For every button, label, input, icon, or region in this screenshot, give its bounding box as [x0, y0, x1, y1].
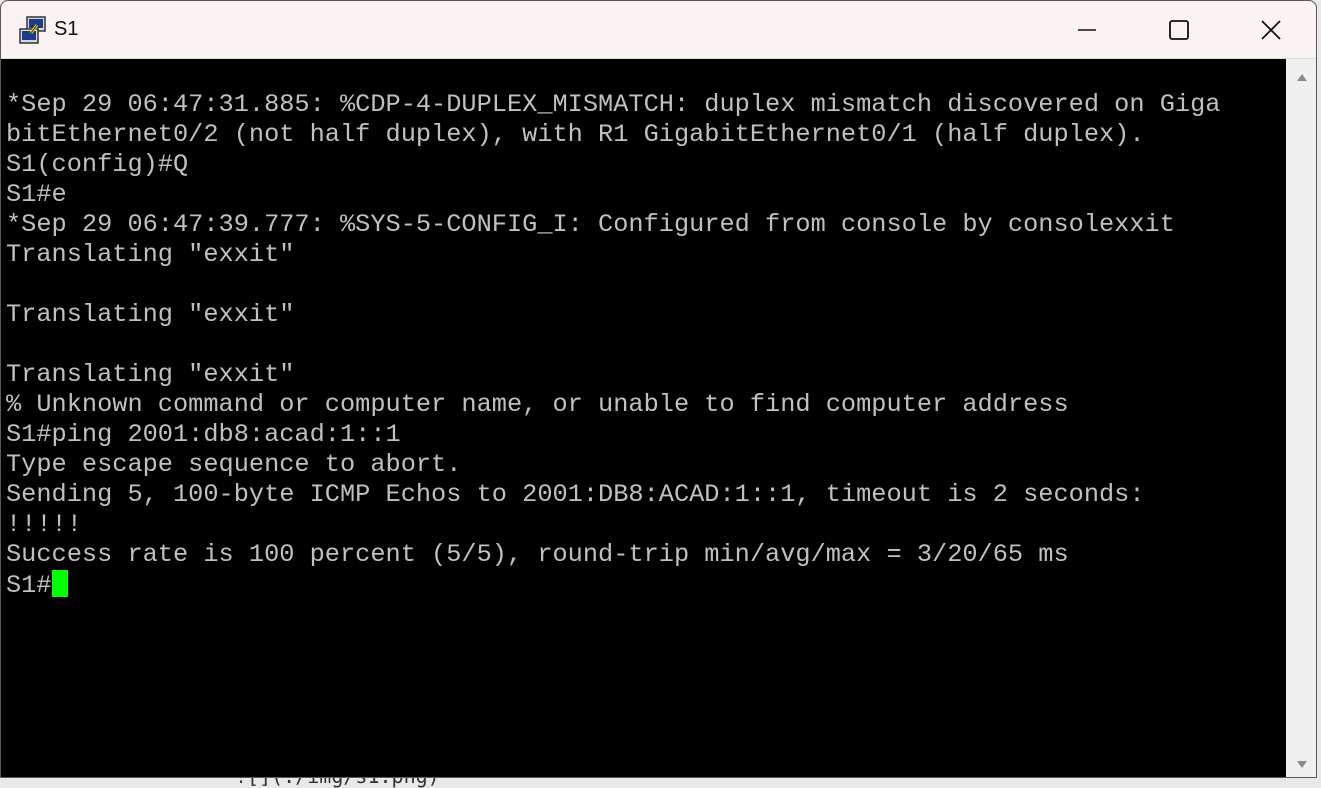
terminal-line: S1#e: [6, 180, 67, 209]
terminal-window[interactable]: S1 *Sep 29 06:47:31.885: %CDP-4-DUPLEX_M…: [0, 0, 1317, 778]
command-prompt: S1#: [6, 571, 52, 600]
terminal-output-area[interactable]: *Sep 29 06:47:31.885: %CDP-4-DUPLEX_MISM…: [1, 59, 1286, 777]
terminal-line: bitEthernet0/2 (not half duplex), with R…: [6, 120, 1145, 149]
vertical-scrollbar[interactable]: [1286, 59, 1316, 777]
terminal-line: S1#ping 2001:db8:acad:1::1: [6, 420, 401, 449]
terminal-line: Translating "exxit": [6, 240, 295, 269]
scroll-up-arrow-icon[interactable]: [1296, 71, 1308, 83]
maximize-icon: [1169, 19, 1189, 40]
terminal-line: Success rate is 100 percent (5/5), round…: [6, 540, 1069, 569]
terminal-line: Translating "exxit": [6, 360, 295, 389]
terminal-line: Sending 5, 100-byte ICMP Echos to 2001:D…: [6, 480, 1145, 509]
maximize-button[interactable]: [1133, 1, 1225, 58]
title-bar[interactable]: S1: [1, 1, 1316, 59]
terminal-line: Translating "exxit": [6, 300, 295, 329]
terminal-line: Type escape sequence to abort.: [6, 450, 462, 479]
putty-app-icon: [19, 16, 46, 44]
text-cursor: [51, 570, 68, 597]
prompt-line[interactable]: S1#: [6, 570, 68, 601]
terminal-line: *Sep 29 06:47:39.777: %SYS-5-CONFIG_I: C…: [6, 210, 1175, 239]
window-title: S1: [54, 18, 79, 40]
minimize-icon: [1078, 28, 1096, 31]
terminal-line: !!!!!: [6, 510, 82, 539]
terminal-line: % Unknown command or computer name, or u…: [6, 390, 1069, 419]
close-icon: [1261, 19, 1281, 40]
close-button[interactable]: [1225, 1, 1316, 58]
minimize-button[interactable]: [1041, 1, 1133, 58]
scroll-down-arrow-icon[interactable]: [1296, 759, 1308, 771]
terminal-line: *Sep 29 06:47:31.885: %CDP-4-DUPLEX_MISM…: [6, 90, 1221, 119]
terminal-line: S1(config)#Q: [6, 150, 189, 179]
